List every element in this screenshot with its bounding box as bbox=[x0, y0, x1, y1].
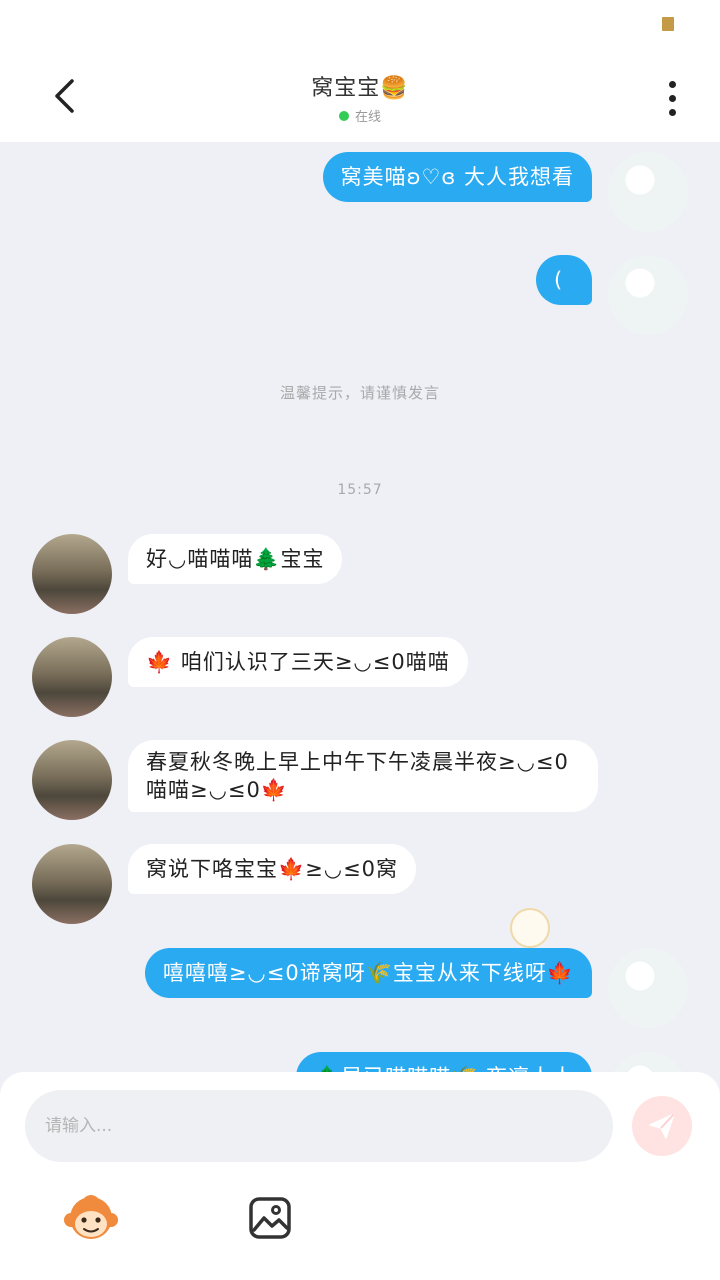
composer-panel bbox=[0, 1072, 720, 1280]
message-bubble[interactable]: 嘻嘻嘻≥◡≤0谛窝呀🌾宝宝从来下线呀🍁 bbox=[144, 948, 592, 998]
contact-avatar[interactable] bbox=[32, 534, 112, 614]
my-avatar[interactable] bbox=[608, 255, 688, 335]
chat-message-list[interactable]: 窝美喵ʚ♡ɞ 大人我想看 ( 温馨提示，请谨慎发言 15:57 好◡喵喵喵🌲宝宝… bbox=[0, 142, 720, 1072]
warning-notice: 温馨提示，请谨慎发言 bbox=[279, 384, 440, 402]
more-options-button[interactable] bbox=[652, 76, 692, 120]
contact-avatar[interactable] bbox=[32, 637, 112, 717]
monkey-face-icon bbox=[64, 1195, 118, 1239]
message-bubble[interactable]: 窝说下咯宝宝🍁≥◡≤0窝 bbox=[128, 844, 417, 894]
message-bubble[interactable]: 好◡喵喵喵🌲宝宝 bbox=[128, 534, 343, 584]
image-button[interactable] bbox=[248, 1196, 292, 1240]
message-bubble[interactable]: 窝美喵ʚ♡ɞ 大人我想看 bbox=[322, 152, 592, 202]
contact-avatar[interactable] bbox=[32, 740, 112, 820]
send-icon bbox=[649, 1113, 675, 1139]
chat-header: 窝宝宝🍔 在线 bbox=[0, 50, 720, 142]
online-dot-icon bbox=[338, 110, 349, 121]
message-bubble[interactable]: 🍁 咱们认识了三天≥◡≤0喵喵 bbox=[128, 637, 468, 687]
loading-indicator bbox=[510, 908, 550, 948]
message-bubble[interactable]: ( bbox=[536, 255, 592, 305]
message-bubble[interactable]: 春夏秋冬晚上早上中午下午凌晨半夜≥◡≤0喵喵≥◡≤0🍁 bbox=[128, 740, 598, 812]
online-status: 在线 bbox=[354, 110, 381, 125]
emoji-button[interactable] bbox=[62, 1190, 120, 1248]
status-bar bbox=[0, 0, 720, 50]
my-avatar[interactable] bbox=[608, 948, 688, 1028]
image-icon bbox=[249, 1197, 291, 1239]
chat-title: 窝宝宝🍔 bbox=[311, 76, 409, 101]
contact-avatar[interactable] bbox=[32, 844, 112, 924]
my-avatar[interactable] bbox=[608, 1052, 688, 1072]
send-button[interactable] bbox=[632, 1096, 692, 1156]
battery-icon bbox=[662, 17, 674, 31]
message-bubble[interactable]: 🌲早已喵喵喵🌾 夜凛人人 bbox=[296, 1052, 592, 1072]
message-timestamp: 15:57 bbox=[337, 482, 383, 498]
message-input[interactable] bbox=[25, 1090, 613, 1162]
my-avatar[interactable] bbox=[608, 152, 688, 232]
